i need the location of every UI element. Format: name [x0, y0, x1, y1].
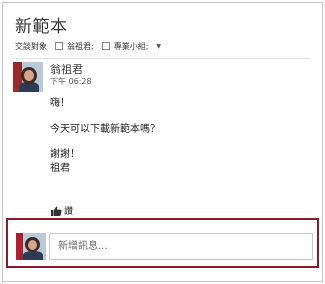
message-input[interactable] [49, 233, 313, 260]
avatar[interactable] [13, 62, 43, 92]
message-line: 今天可以下載新範本嗎？ [50, 124, 160, 135]
participants-label: 交談對象 [15, 41, 47, 51]
like-button[interactable]: 讚 [51, 204, 73, 217]
like-label: 讚 [64, 207, 74, 217]
participant-checkbox-2[interactable] [101, 42, 110, 50]
chevron-down-icon[interactable]: ▼ [156, 43, 161, 50]
participant-name-2[interactable]: 專業小組; [114, 41, 149, 52]
message-timestamp: 下午 06:28 [50, 77, 92, 86]
message-sender[interactable]: 翁祖君 [50, 61, 83, 77]
header-divider [15, 58, 310, 59]
message-line: 祖君 [50, 163, 70, 174]
thumbs-up-icon [51, 206, 62, 216]
avatar [16, 233, 46, 260]
message-line: 嗨！ [50, 98, 70, 109]
participant-checkbox-1[interactable] [55, 42, 63, 50]
participant-name-1[interactable]: 翁祖君; [67, 41, 94, 52]
message-line: 謝謝！ [50, 149, 80, 160]
participants-row: 交談對象 翁祖君; 專業小組; ▼ [15, 40, 161, 52]
page-title: 新範本 [15, 17, 68, 37]
